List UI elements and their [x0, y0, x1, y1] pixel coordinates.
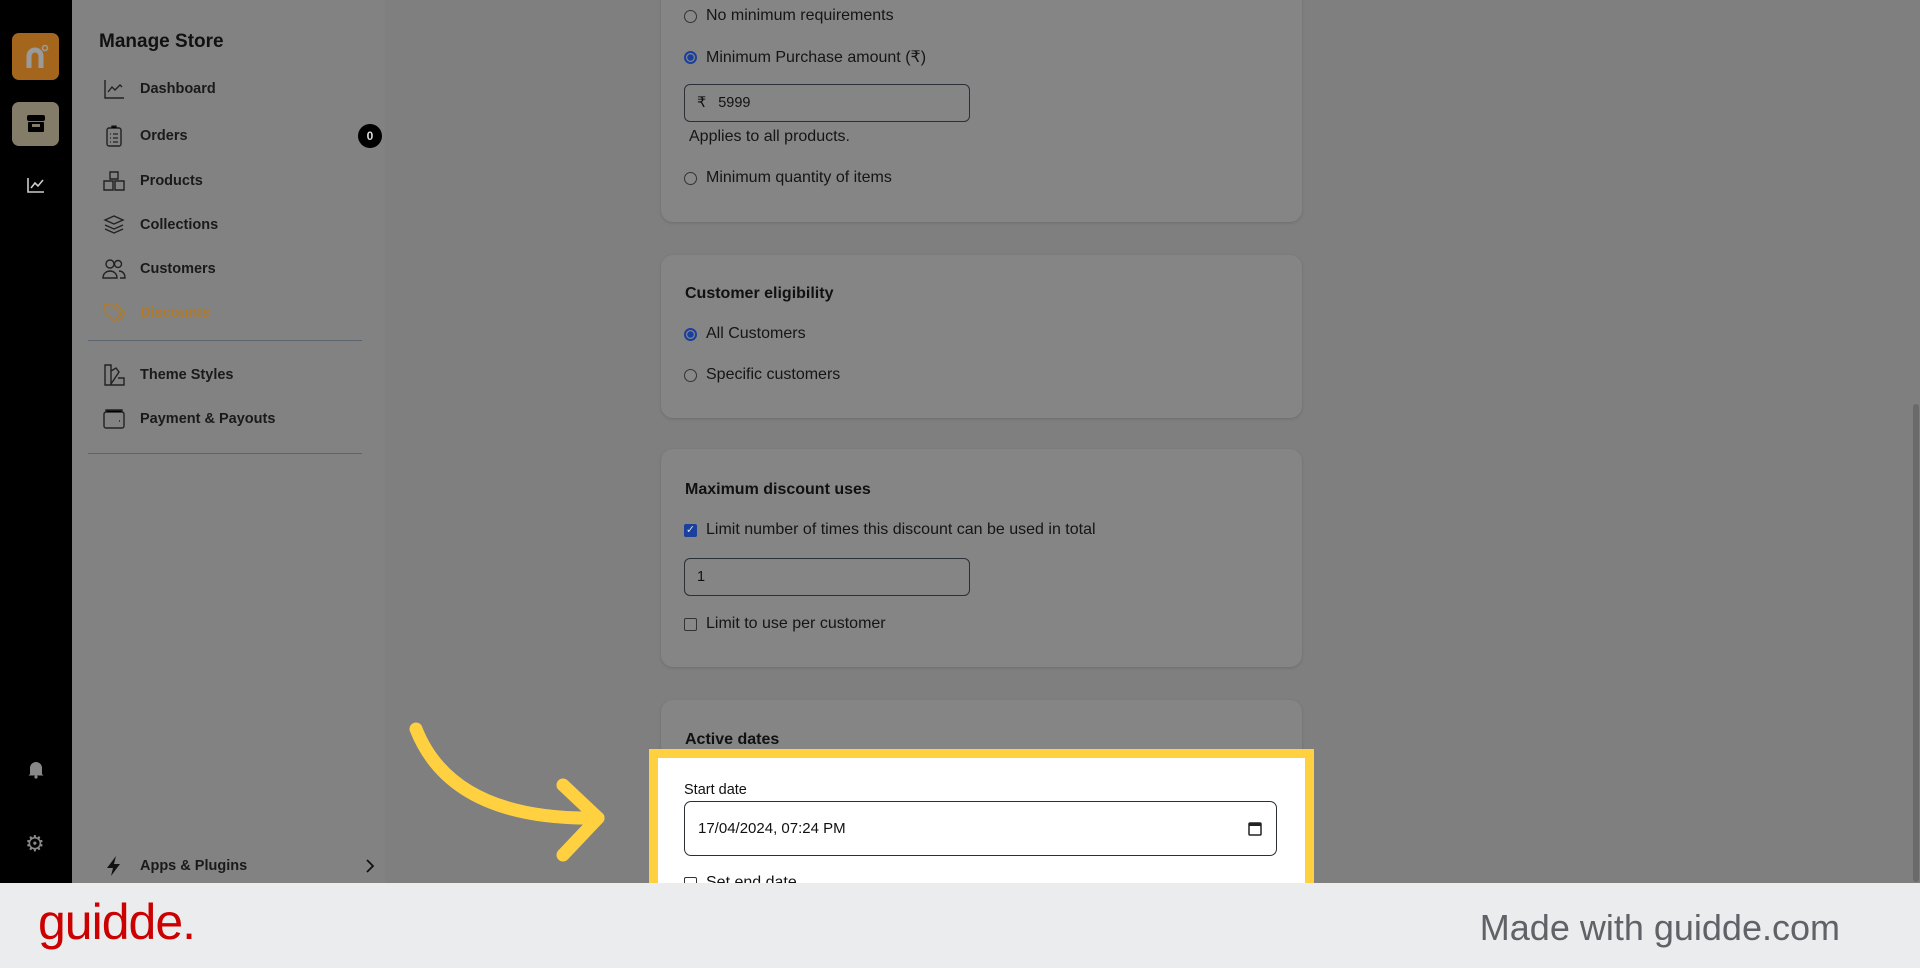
- sidebar-item-label: Dashboard: [140, 81, 216, 97]
- swatch-icon: [104, 364, 125, 386]
- users-icon: [102, 259, 126, 279]
- store-icon[interactable]: [12, 102, 59, 146]
- sidebar-item-products[interactable]: Products: [102, 166, 382, 196]
- radio-label: Specific customers: [706, 366, 841, 383]
- start-date-input[interactable]: 17/04/2024, 07:24 PM: [684, 801, 1277, 856]
- limit-total-input[interactable]: 1: [684, 558, 970, 596]
- checkbox-limit-per-customer[interactable]: Limit to use per customer: [684, 615, 886, 633]
- radio-label: Minimum Purchase amount (₹): [706, 49, 927, 66]
- scrollbar-thumb[interactable]: [1913, 404, 1919, 882]
- checkbox-label: Limit to use per customer: [706, 615, 886, 632]
- bell-icon[interactable]: [26, 759, 46, 784]
- amount-value: 5999: [718, 95, 751, 111]
- sidebar-item-label: Collections: [140, 217, 219, 233]
- sidebar-item-label: Discounts: [140, 305, 211, 321]
- brand-logo[interactable]: [12, 33, 59, 80]
- wallet-icon: [103, 409, 125, 429]
- sidebar-item-label: Apps & Plugins: [140, 858, 248, 874]
- chevron-right-icon: [366, 859, 375, 873]
- sidebar-item-label: Theme Styles: [140, 367, 234, 383]
- sidebar-item-label: Payment & Payouts: [140, 411, 276, 427]
- clipboard-icon: [106, 125, 122, 147]
- radio-min-quantity[interactable]: Minimum quantity of items: [684, 169, 892, 187]
- radio-all-customers[interactable]: All Customers: [684, 325, 806, 343]
- sidebar: Manage Store Dashboard Orders 0 Products…: [72, 0, 385, 883]
- sidebar-item-discounts[interactable]: Discounts: [102, 298, 382, 328]
- layers-icon: [103, 215, 125, 234]
- checkbox-limit-total[interactable]: ✓ Limit number of times this discount can…: [684, 521, 1096, 539]
- applies-label: Applies to all products.: [689, 128, 850, 145]
- calendar-icon[interactable]: [1248, 821, 1262, 836]
- tag-icon: [103, 303, 126, 322]
- radio-specific-customers[interactable]: Specific customers: [684, 366, 840, 384]
- sidebar-item-customers[interactable]: Customers: [102, 254, 382, 284]
- currency-symbol: ₹: [697, 95, 707, 111]
- orders-count-badge: 0: [358, 124, 382, 148]
- sidebar-item-label: Orders: [140, 128, 188, 144]
- radio-no-minimum[interactable]: No minimum requirements: [684, 7, 894, 25]
- guidde-logo: guidde.: [38, 894, 196, 950]
- sidebar-item-label: Customers: [140, 261, 216, 277]
- radio-label: No minimum requirements: [706, 7, 894, 24]
- eligibility-title: Customer eligibility: [685, 285, 834, 302]
- sidebar-divider: [88, 453, 362, 454]
- sidebar-title: Manage Store: [99, 31, 224, 52]
- made-with-text: Made with guidde.com: [1479, 907, 1840, 948]
- sidebar-item-label: Products: [140, 173, 203, 189]
- radio-label: All Customers: [706, 325, 806, 342]
- bolt-icon: [107, 856, 120, 876]
- start-date-label: Start date: [684, 782, 747, 798]
- radio-min-purchase[interactable]: Minimum Purchase amount (₹): [684, 47, 926, 67]
- active-dates-title: Active dates: [685, 731, 780, 748]
- sidebar-item-theme-styles[interactable]: Theme Styles: [102, 360, 382, 390]
- radio-label: Minimum quantity of items: [706, 169, 892, 186]
- highlight-box: Start date 17/04/2024, 07:24 PM Set end …: [649, 749, 1314, 889]
- app-rail: ⚙: [0, 0, 72, 883]
- min-purchase-amount-input[interactable]: ₹5999: [684, 84, 970, 122]
- checkbox-label: Limit number of times this discount can …: [706, 521, 1096, 538]
- start-date-value: 17/04/2024, 07:24 PM: [698, 820, 846, 837]
- sidebar-item-collections[interactable]: Collections: [102, 210, 382, 240]
- sidebar-item-dashboard[interactable]: Dashboard: [102, 74, 382, 104]
- limit-value: 1: [697, 569, 706, 585]
- applies-text: Applies to all products.: [689, 128, 850, 146]
- sidebar-item-payment-payouts[interactable]: Payment & Payouts: [102, 404, 382, 434]
- gear-icon[interactable]: ⚙: [25, 831, 45, 857]
- max-uses-title: Maximum discount uses: [685, 481, 871, 498]
- sidebar-item-orders[interactable]: Orders 0: [102, 121, 382, 151]
- guidde-footer: guidde. Made with guidde.com: [0, 883, 1920, 968]
- analytics-icon[interactable]: [27, 177, 45, 198]
- sidebar-divider: [88, 340, 362, 341]
- chart-line-icon: [104, 80, 124, 99]
- boxes-icon: [103, 171, 125, 191]
- sidebar-item-apps-plugins[interactable]: Apps & Plugins: [102, 851, 382, 881]
- pointer-arrow-icon: [409, 722, 605, 862]
